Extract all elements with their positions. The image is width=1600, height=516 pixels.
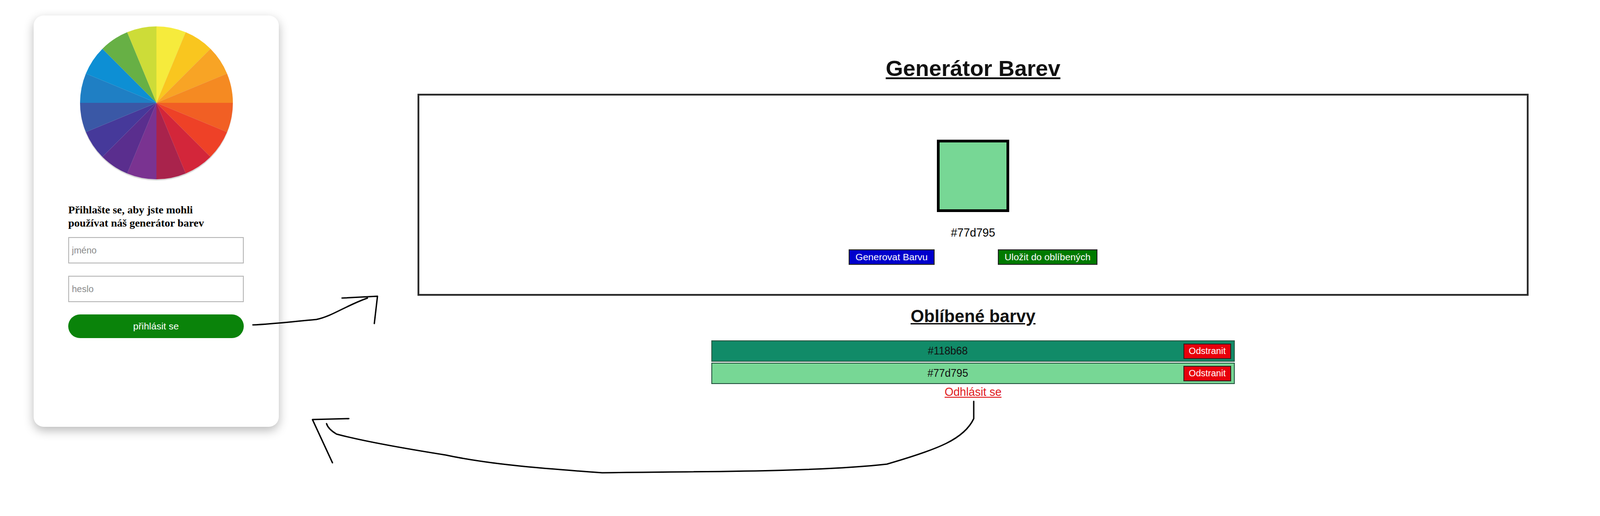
password-input[interactable] [68, 275, 244, 302]
generator-buttons: Generovat Barvu Uložit do oblíbených [848, 249, 1098, 265]
remove-button[interactable]: Odstranit [1183, 343, 1232, 359]
generator-title: Generátor Barev [885, 55, 1061, 82]
save-button[interactable]: Uložit do oblíbených [997, 249, 1098, 265]
remove-button[interactable]: Odstranit [1183, 365, 1232, 382]
logout-link[interactable]: Odhlásit se [944, 384, 1002, 399]
login-card: Přihlašte se, aby jste mohli používat ná… [33, 15, 279, 427]
favorite-row: #77d795Odstranit [711, 362, 1235, 384]
logo [68, 25, 245, 183]
color-hex: #77d795 [950, 225, 996, 240]
login-heading: Přihlašte se, aby jste mohli používat ná… [68, 203, 223, 230]
favorites-list: #118b68Odstranit#77d795Odstranit [711, 340, 1235, 384]
generator-panel: #77d795 Generovat Barvu Uložit do oblíbený… [417, 93, 1529, 296]
favorite-row: #118b68Odstranit [711, 340, 1235, 362]
favorite-hex: #118b68 [712, 344, 1184, 358]
login-button[interactable]: přihlásit se [68, 314, 244, 338]
color-swatch [936, 139, 1010, 212]
generator-section: Generátor Barev #77d795 Generovat Barvu Ulo… [417, 55, 1529, 399]
page: Přihlašte se, aby jste mohli používat ná… [0, 0, 1600, 516]
favorites-title: Oblíbené barvy [910, 305, 1036, 327]
color-wheel-icon [79, 25, 234, 183]
username-input[interactable] [68, 236, 244, 264]
favorite-hex: #77d795 [712, 367, 1184, 380]
flow-arrows-icon [0, 0, 1600, 516]
generate-button[interactable]: Generovat Barvu [848, 249, 935, 265]
